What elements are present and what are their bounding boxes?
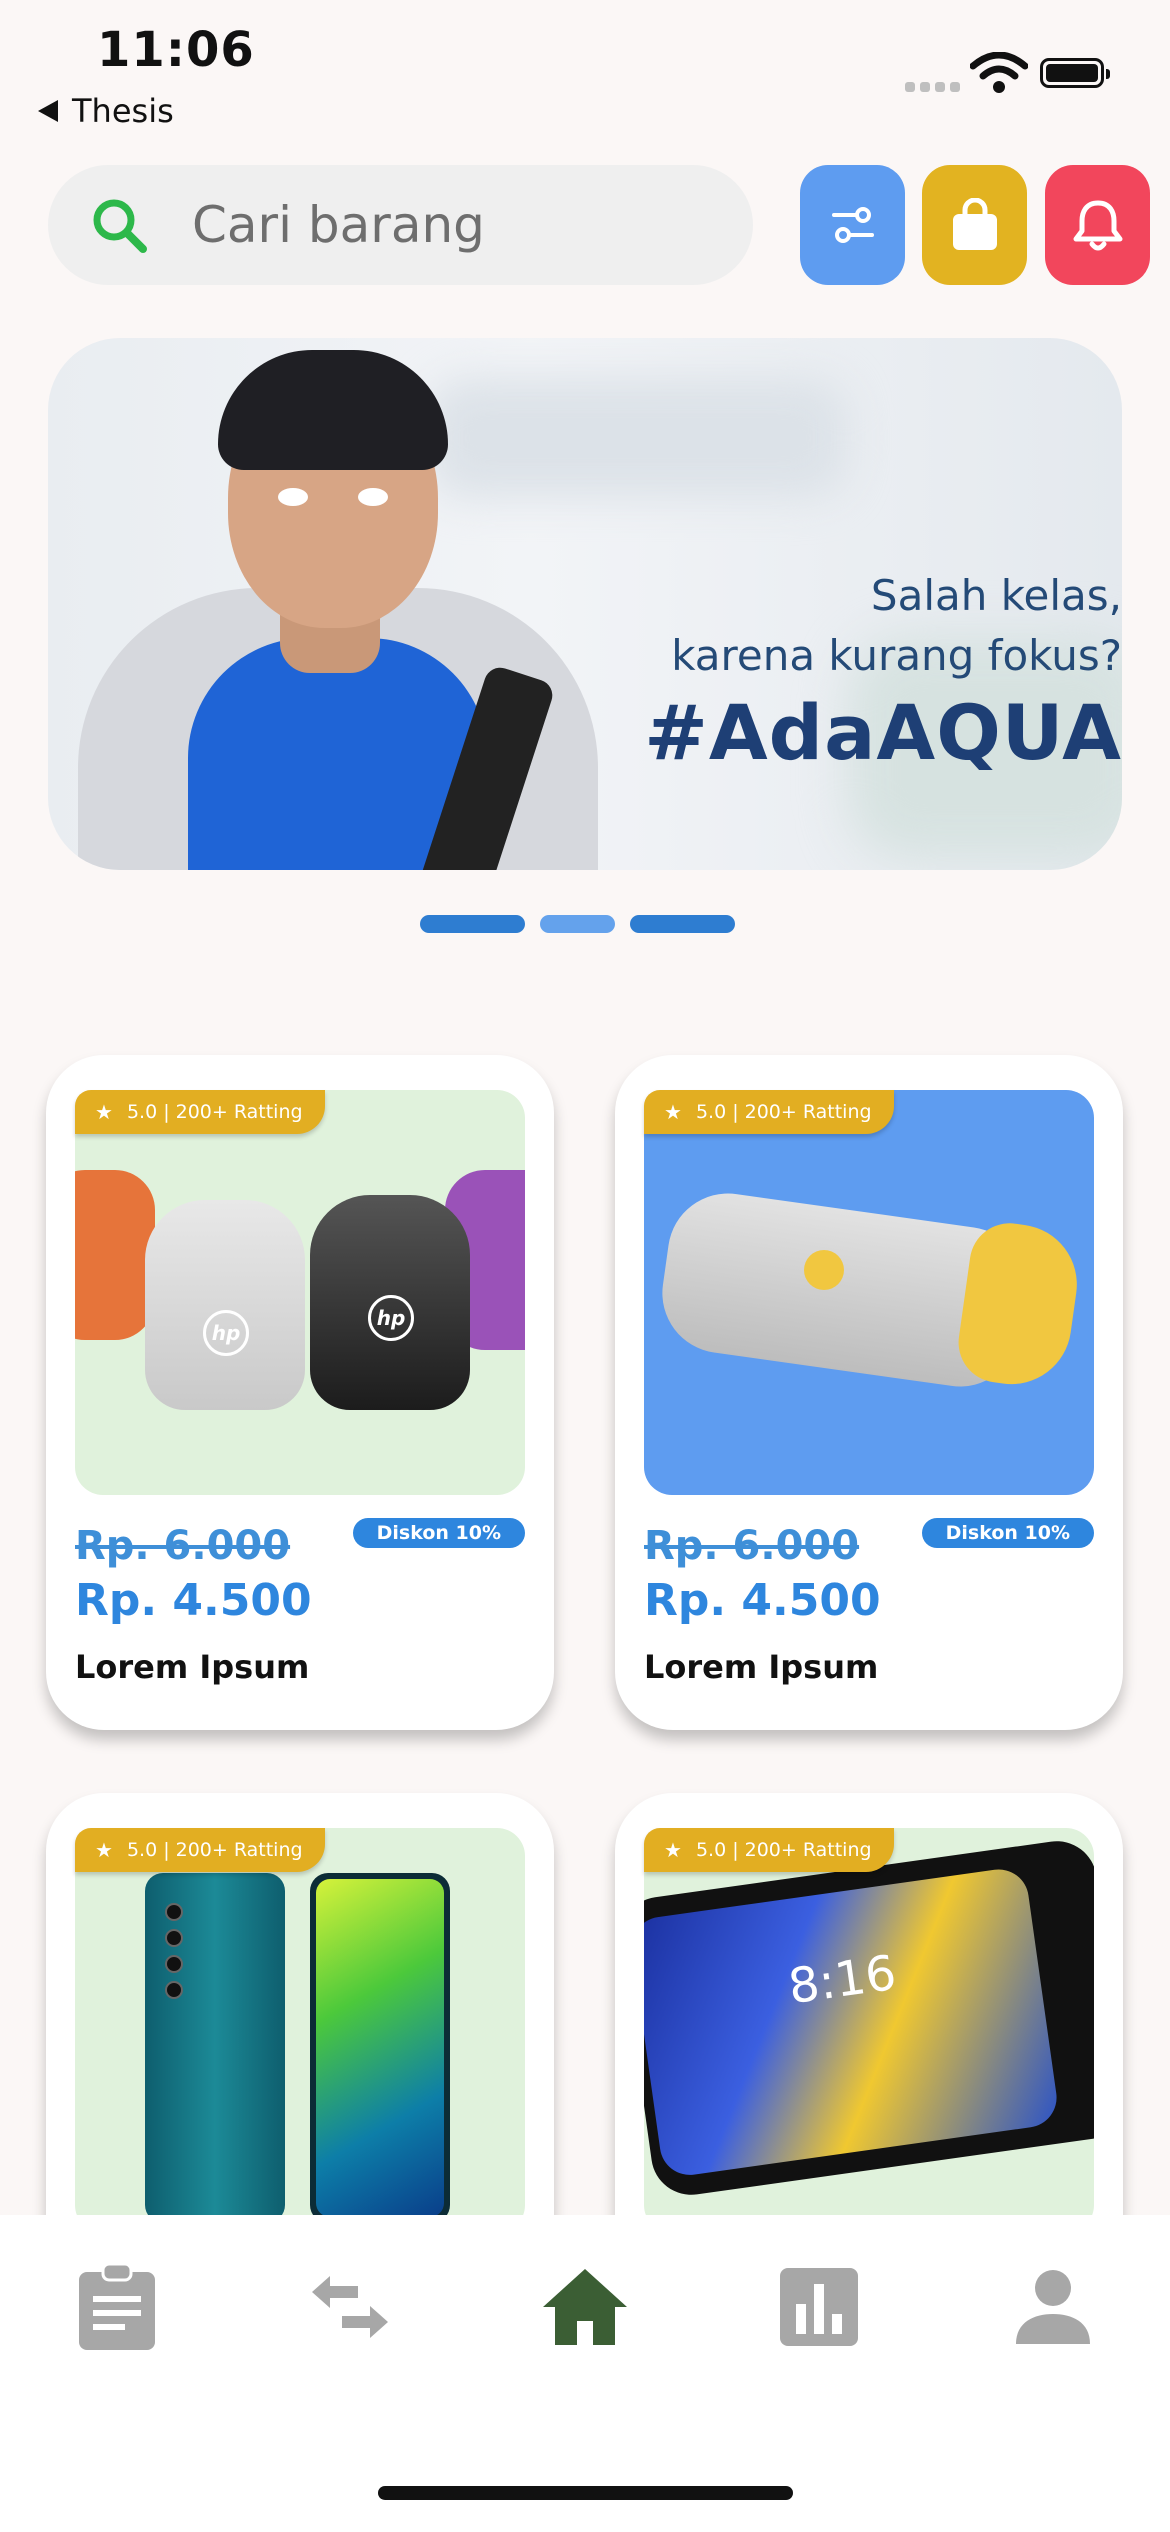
rating-badge: ★ 5.0 | 200+ Ratting bbox=[75, 1090, 325, 1134]
product-card[interactable]: ★ 5.0 | 200+ Ratting Diskon 10% Rp. 6.00… bbox=[615, 1055, 1123, 1730]
banner-text: Salah kelas, karena kurang fokus? bbox=[671, 566, 1122, 686]
person-icon bbox=[1016, 2270, 1090, 2344]
shopping-bag-button[interactable] bbox=[922, 165, 1027, 285]
rating-badge: ★ 5.0 | 200+ Ratting bbox=[75, 1828, 325, 1872]
nav-item-transactions[interactable] bbox=[305, 2262, 395, 2352]
status-time: 11:06 bbox=[97, 22, 255, 78]
filter-button[interactable] bbox=[800, 165, 905, 285]
carousel-dot-2[interactable] bbox=[540, 915, 615, 933]
star-icon: ★ bbox=[664, 1100, 682, 1124]
discount-badge: Diskon 10% bbox=[921, 1518, 1094, 1548]
product-image: hp hp bbox=[75, 1090, 525, 1495]
old-price: Rp. 6.000 bbox=[644, 1523, 860, 1569]
wifi-icon bbox=[970, 52, 1028, 93]
rating-text: 5.0 | 200+ Ratting bbox=[695, 1101, 872, 1123]
product-name: Lorem Ipsum bbox=[75, 1648, 310, 1686]
bell-icon bbox=[1073, 200, 1122, 251]
star-icon: ★ bbox=[95, 1838, 113, 1862]
product-image bbox=[75, 1828, 525, 2233]
swap-arrows-icon bbox=[312, 2276, 388, 2338]
rating-badge: ★ 5.0 | 200+ Ratting bbox=[644, 1090, 894, 1134]
back-triangle-icon bbox=[38, 100, 58, 122]
bar-chart-icon bbox=[780, 2268, 858, 2346]
search-icon bbox=[93, 199, 147, 253]
star-icon: ★ bbox=[664, 1838, 682, 1862]
search-placeholder: Cari barang bbox=[192, 196, 485, 254]
product-image bbox=[644, 1090, 1094, 1495]
home-icon bbox=[543, 2269, 627, 2345]
rating-text: 5.0 | 200+ Ratting bbox=[126, 1101, 303, 1123]
promo-banner[interactable]: Salah kelas, karena kurang fokus? #AdaAQ… bbox=[48, 338, 1122, 870]
banner-hashtag: #AdaAQUA bbox=[644, 688, 1122, 777]
product-image: 8:16 bbox=[644, 1828, 1094, 2233]
rating-badge: ★ 5.0 | 200+ Ratting bbox=[644, 1828, 894, 1872]
product-card[interactable]: hp hp ★ 5.0 | 200+ Ratting Diskon 10% Rp… bbox=[46, 1055, 554, 1730]
price: Rp. 4.500 bbox=[75, 1575, 312, 1626]
filter-sliders-icon bbox=[831, 207, 874, 243]
old-price: Rp. 6.000 bbox=[75, 1523, 291, 1569]
clipboard-icon bbox=[79, 2262, 155, 2350]
shopping-bag-icon bbox=[952, 198, 997, 250]
home-indicator bbox=[378, 2486, 793, 2500]
back-app-label: Thesis bbox=[72, 92, 174, 130]
banner-line1: Salah kelas, bbox=[870, 571, 1122, 620]
carousel-dot-1[interactable] bbox=[420, 915, 525, 933]
notification-button[interactable] bbox=[1045, 165, 1150, 285]
nav-item-statistics[interactable] bbox=[774, 2262, 864, 2352]
nav-item-profile[interactable] bbox=[1008, 2262, 1098, 2352]
battery-icon bbox=[1040, 58, 1110, 88]
back-to-app[interactable]: Thesis bbox=[38, 92, 174, 130]
star-icon: ★ bbox=[95, 1100, 113, 1124]
cellular-signal-icon bbox=[905, 82, 960, 92]
search-bar[interactable]: Cari barang bbox=[48, 165, 753, 285]
rating-text: 5.0 | 200+ Ratting bbox=[695, 1839, 872, 1861]
product-name: Lorem Ipsum bbox=[644, 1648, 879, 1686]
nav-item-home[interactable] bbox=[540, 2262, 630, 2352]
banner-line2: karena kurang fokus? bbox=[671, 631, 1122, 680]
carousel-dot-3[interactable] bbox=[630, 915, 735, 933]
price: Rp. 4.500 bbox=[644, 1575, 881, 1626]
discount-badge: Diskon 10% bbox=[352, 1518, 525, 1548]
rating-text: 5.0 | 200+ Ratting bbox=[126, 1839, 303, 1861]
nav-item-orders[interactable] bbox=[72, 2262, 162, 2352]
